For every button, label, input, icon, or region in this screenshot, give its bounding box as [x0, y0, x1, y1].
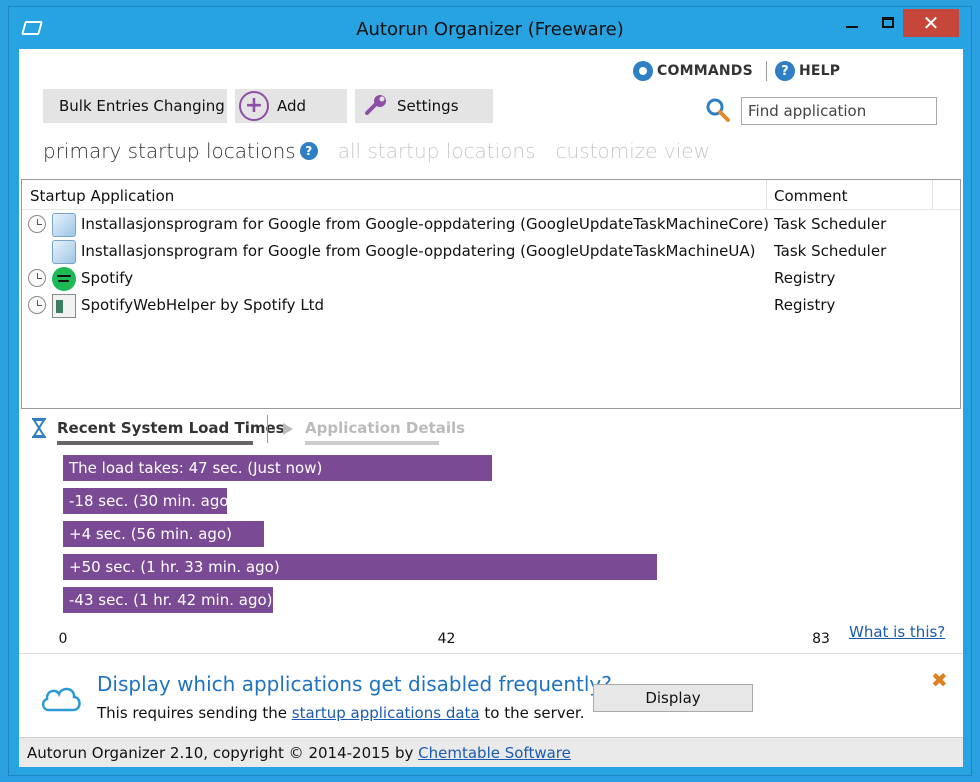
- app-name: Spotify: [81, 269, 134, 287]
- search-icon[interactable]: [705, 97, 731, 123]
- table-row[interactable]: SpotifyWebHelper by Spotify Ltd Registry: [22, 292, 960, 319]
- header-divider: [766, 61, 767, 81]
- col-divider: [932, 180, 933, 210]
- bulk-entries-button[interactable]: Bulk Entries Changing: [43, 89, 227, 123]
- active-tab-indicator: [57, 441, 253, 445]
- load-time-bar: -43 sec. (1 hr. 42 min. ago): [63, 587, 274, 613]
- commands-link[interactable]: COMMANDS: [633, 61, 753, 81]
- commands-label: COMMANDS: [657, 63, 753, 79]
- axis-tick-label: 83: [812, 631, 830, 647]
- google-update-icon: [52, 213, 76, 237]
- maximize-icon: [882, 16, 894, 28]
- google-update-icon: [52, 240, 76, 264]
- title-bar[interactable]: Autorun Organizer (Freeware) ✕: [9, 7, 971, 49]
- app-comment: Registry: [774, 296, 836, 314]
- plus-circle-icon: +: [239, 91, 269, 121]
- startup-apps-table: Startup Application Comment Installasjon…: [21, 179, 961, 409]
- clock-icon[interactable]: [28, 296, 46, 314]
- table-row[interactable]: Spotify Registry: [22, 265, 960, 292]
- help-label: HELP: [799, 63, 841, 79]
- copyright-text: Autorun Organizer 2.10, copyright © 2014…: [27, 744, 419, 762]
- load-time-bar: The load takes: 47 sec. (Just now): [63, 455, 493, 481]
- view-tabs: primary startup locations ? all startup …: [43, 139, 730, 163]
- load-time-bar: +4 sec. (56 min. ago): [63, 521, 264, 547]
- table-row[interactable]: Installasjonsprogram for Google from Goo…: [22, 238, 960, 265]
- load-time-bar: +50 sec. (1 hr. 33 min. ago): [63, 554, 657, 580]
- tab-recent-load-times[interactable]: Recent System Load Times: [57, 419, 285, 437]
- col-header-app[interactable]: Startup Application: [30, 187, 174, 205]
- app-window: Autorun Organizer (Freeware) ✕ COMMANDS …: [8, 6, 972, 776]
- cloud-icon: [41, 687, 81, 712]
- wrench-icon: [365, 95, 386, 115]
- table-header: Startup Application Comment: [22, 180, 960, 210]
- help-link[interactable]: ? HELP: [775, 61, 840, 81]
- info-sub-suffix: to the server.: [479, 704, 585, 722]
- minimize-icon: [846, 26, 858, 28]
- info-panel: Display which applications get disabled …: [19, 653, 963, 737]
- tab-customize-view[interactable]: customize view: [556, 139, 710, 163]
- app-comment: Registry: [774, 269, 836, 287]
- main-client-area: COMMANDS ? HELP Bulk Entries Changing + …: [19, 49, 963, 767]
- info-sub-prefix: This requires sending the: [97, 704, 292, 722]
- app-name: Installasjonsprogram for Google from Goo…: [81, 215, 769, 233]
- hourglass-icon: [32, 418, 46, 438]
- close-x-icon[interactable]: ✖: [931, 668, 948, 692]
- spotify-helper-icon: [52, 294, 76, 318]
- app-name: SpotifyWebHelper by Spotify Ltd: [81, 296, 325, 314]
- play-icon: [283, 423, 293, 435]
- app-comment: Task Scheduler: [774, 242, 887, 260]
- col-header-comment[interactable]: Comment: [774, 187, 848, 205]
- gear-icon: [633, 61, 653, 81]
- clock-icon[interactable]: [28, 215, 46, 233]
- tab-all-startup-locations[interactable]: all startup locations: [338, 139, 536, 163]
- close-button[interactable]: ✕: [903, 9, 959, 37]
- clock-icon[interactable]: [28, 269, 46, 287]
- display-button[interactable]: Display: [593, 684, 753, 712]
- app-comment: Task Scheduler: [774, 215, 887, 233]
- settings-button[interactable]: Settings: [355, 89, 493, 123]
- inactive-tab-indicator: [305, 441, 439, 445]
- axis-tick-label: 42: [437, 631, 456, 647]
- search-input[interactable]: [741, 97, 937, 125]
- chemtable-link[interactable]: Chemtable Software: [418, 744, 571, 762]
- what-is-this-link[interactable]: What is this?: [849, 623, 945, 641]
- tab-application-details[interactable]: Application Details: [305, 419, 465, 437]
- tab-primary-label: primary startup locations: [43, 139, 296, 163]
- app-name: Installasjonsprogram for Google from Goo…: [81, 242, 756, 260]
- spotify-icon: [52, 267, 76, 291]
- maximize-button[interactable]: [871, 9, 905, 35]
- status-bar: Autorun Organizer 2.10, copyright © 2014…: [19, 737, 963, 767]
- question-icon[interactable]: ?: [299, 142, 318, 160]
- add-button[interactable]: + Add: [235, 89, 347, 123]
- info-subtitle: This requires sending the startup applic…: [97, 704, 584, 722]
- tab-primary-startup-locations[interactable]: primary startup locations ?: [43, 139, 318, 163]
- load-time-bar: -18 sec. (30 min. ago): [63, 488, 234, 514]
- load-times-chart: The load takes: 47 sec. (Just now) -18 se…: [19, 449, 963, 649]
- window-title: Autorun Organizer (Freeware): [356, 19, 624, 40]
- axis-tick-label: 0: [58, 631, 68, 647]
- col-divider: [766, 180, 767, 210]
- info-title: Display which applications get disabled …: [97, 672, 612, 696]
- minimize-button[interactable]: [835, 9, 869, 35]
- settings-label: Settings: [397, 97, 459, 115]
- tab-divider: [267, 415, 268, 443]
- bulk-entries-label: Bulk Entries Changing: [59, 97, 225, 115]
- startup-data-link[interactable]: startup applications data: [292, 704, 480, 722]
- help-icon: ?: [775, 61, 795, 81]
- add-label: Add: [277, 97, 307, 115]
- table-row[interactable]: Installasjonsprogram for Google from Goo…: [22, 211, 960, 238]
